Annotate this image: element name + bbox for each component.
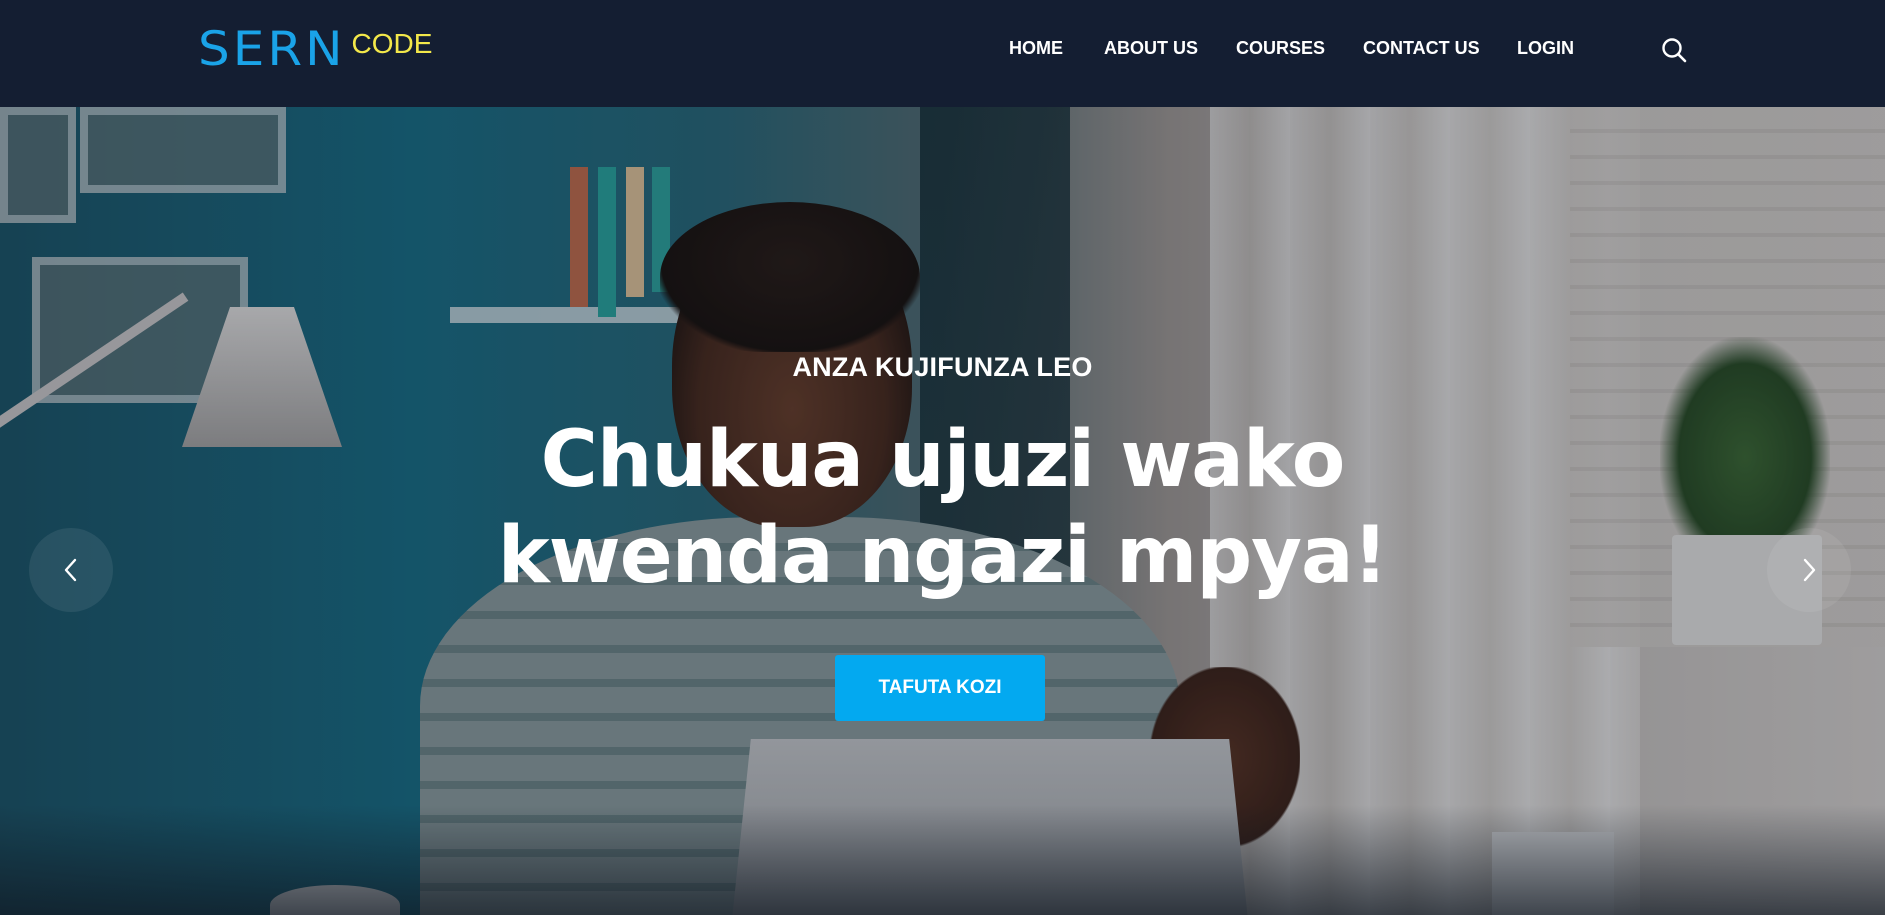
search-icon-svg: [1662, 38, 1687, 63]
nav-item-login[interactable]: LOGIN: [1517, 38, 1574, 59]
hero-title-line-2: kwenda ngazi mpya!: [497, 511, 1388, 601]
site-header: SERN CODE HOME ABOUT US COURSES CONTACT …: [0, 0, 1885, 107]
nav-item-courses[interactable]: COURSES: [1236, 38, 1325, 59]
nav-item-about-us[interactable]: ABOUT US: [1104, 38, 1198, 59]
hero-slider: ANZA KUJIFUNZA LEO Chukua ujuzi wako kwe…: [0, 107, 1885, 915]
slider-prev-button[interactable]: [29, 528, 113, 612]
hero-title-line-1: Chukua ujuzi wako: [540, 415, 1346, 505]
hero-eyebrow: ANZA KUJIFUNZA LEO: [792, 352, 1093, 382]
slider-next-button[interactable]: [1767, 528, 1851, 612]
hero-content: ANZA KUJIFUNZA LEO Chukua ujuzi wako kwe…: [0, 107, 1885, 915]
hero-title: Chukua ujuzi wako kwenda ngazi mpya!: [0, 412, 1885, 604]
nav-item-home[interactable]: HOME: [1009, 38, 1063, 59]
chevron-left-icon: [64, 558, 77, 582]
search-icon[interactable]: [1660, 36, 1688, 64]
logo-mark: SERN: [198, 21, 346, 77]
chevron-right-icon: [1803, 558, 1816, 582]
find-course-button[interactable]: TAFUTA KOZI: [835, 655, 1045, 721]
nav-item-contact-us[interactable]: CONTACT US: [1363, 38, 1480, 59]
logo-suffix: CODE: [351, 28, 433, 59]
logo[interactable]: SERN CODE: [198, 21, 433, 77]
